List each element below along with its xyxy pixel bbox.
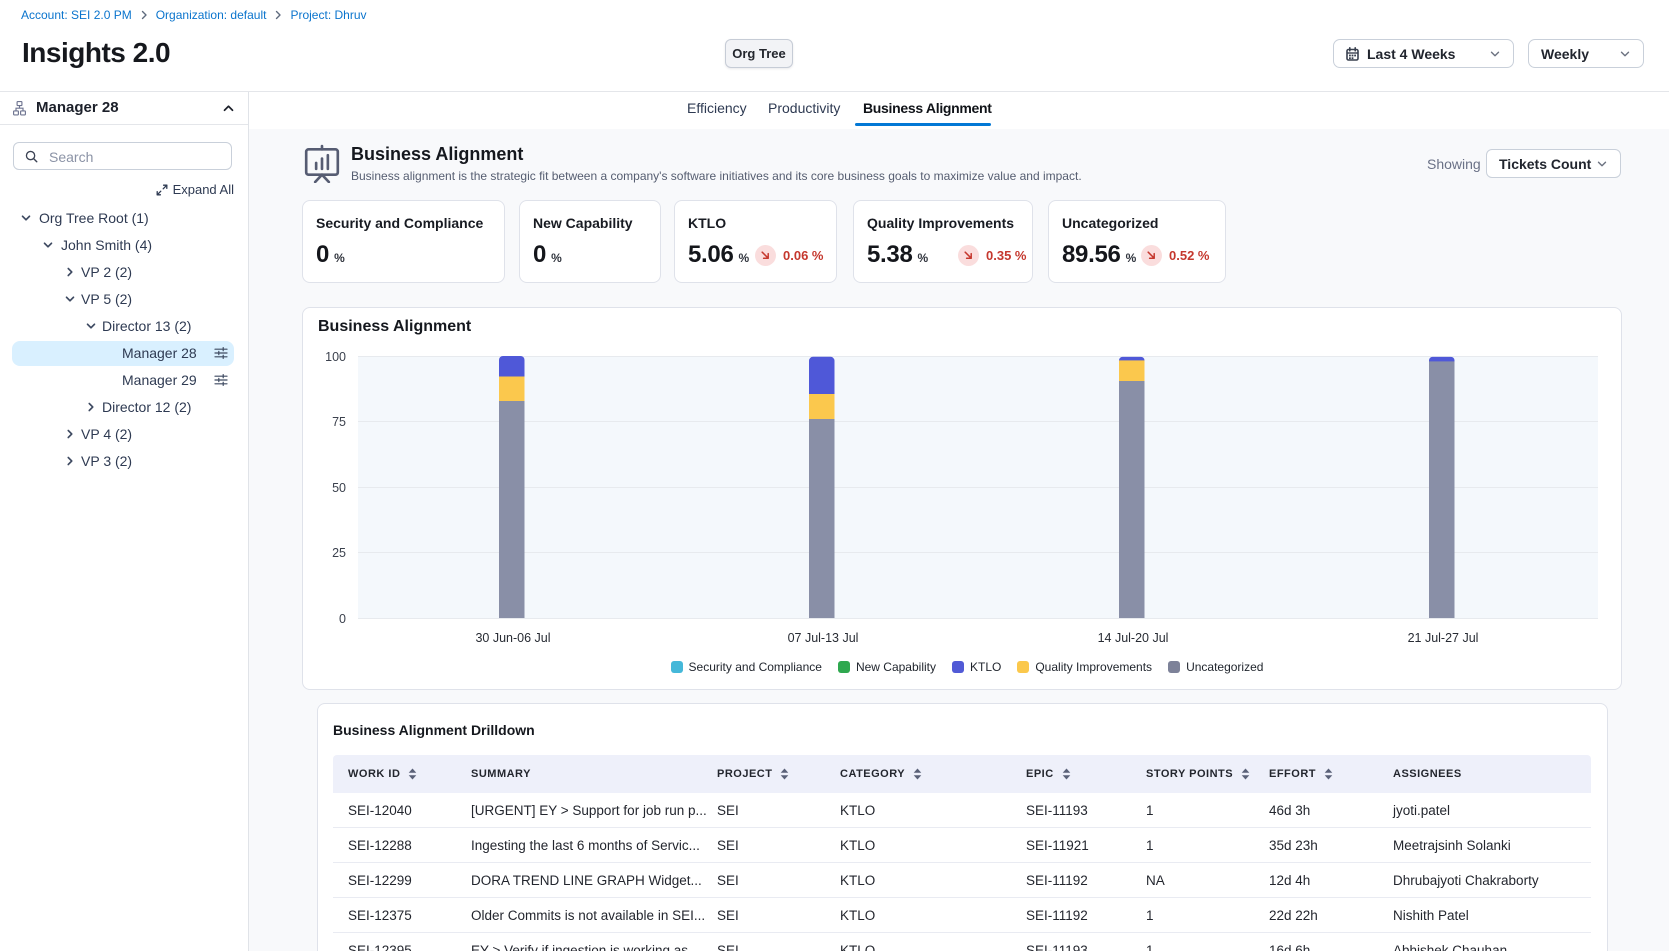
svg-text:0: 0	[339, 612, 346, 626]
svg-text:25: 25	[332, 546, 346, 560]
svg-text:75: 75	[332, 415, 346, 429]
svg-text:30 Jun-06 Jul: 30 Jun-06 Jul	[475, 631, 550, 645]
svg-text:14 Jul-20 Jul: 14 Jul-20 Jul	[1098, 631, 1169, 645]
svg-text:07 Jul-13 Jul: 07 Jul-13 Jul	[788, 631, 859, 645]
svg-text:21 Jul-27 Jul: 21 Jul-27 Jul	[1408, 631, 1479, 645]
svg-text:50: 50	[332, 481, 346, 495]
svg-text:100: 100	[325, 350, 346, 364]
